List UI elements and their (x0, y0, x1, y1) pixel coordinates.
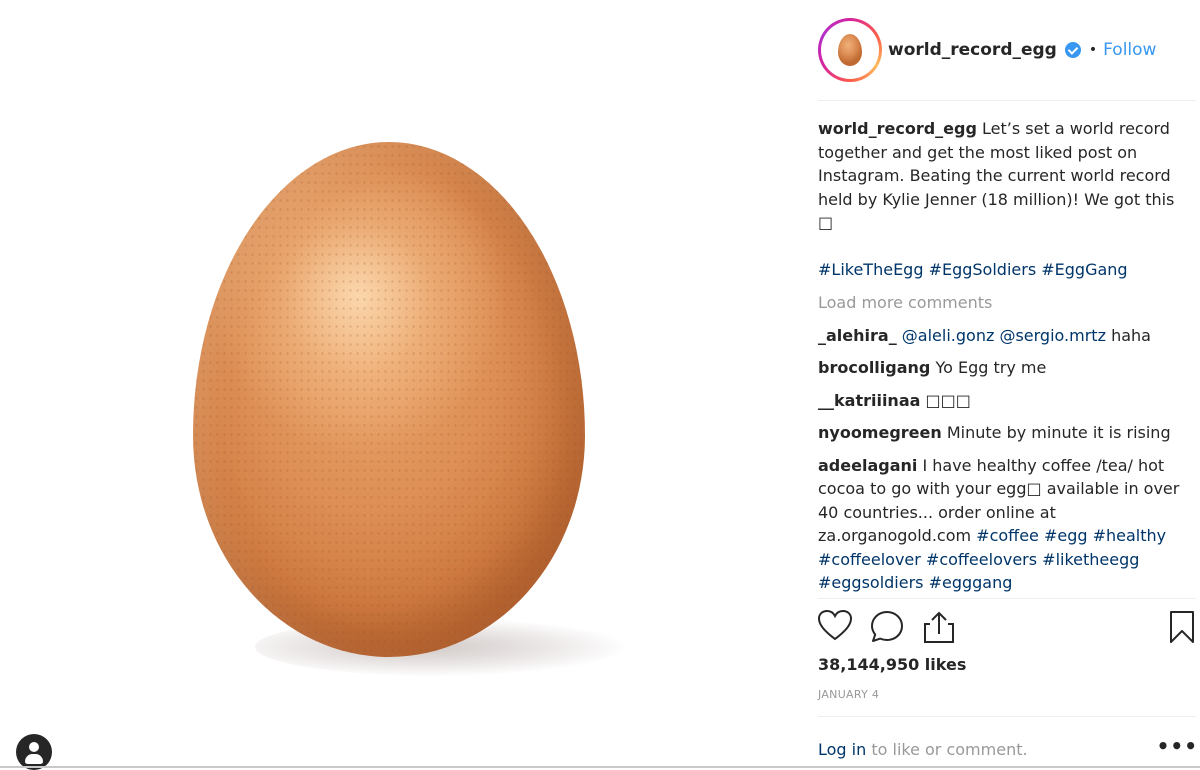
comment-item: _alehira_ @aleli.gonz @sergio.mrtz haha (818, 324, 1188, 348)
comment-username[interactable]: _alehira_ (818, 326, 897, 345)
caption-username[interactable]: world_record_egg (818, 119, 977, 138)
actions-divider (818, 598, 1196, 599)
header-divider (818, 100, 1196, 101)
separator-dot: • (1088, 42, 1098, 58)
comment-mention[interactable]: @sergio.mrtz (999, 326, 1106, 345)
more-options-button[interactable]: ••• (1157, 734, 1198, 758)
comment-text: haha (1111, 325, 1151, 345)
comment-item: nyoomegreen Minute by minute it is risin… (818, 421, 1188, 445)
login-link[interactable]: Log in (818, 740, 866, 759)
share-icon[interactable] (922, 610, 956, 644)
comment-item: __katriiinaa □□□ (818, 389, 1188, 413)
comment-username[interactable]: __katriiinaa (818, 391, 920, 410)
post-caption: world_record_egg Let’s set a world recor… (818, 117, 1188, 235)
comment-username[interactable]: nyoomegreen (818, 423, 942, 442)
user-avatar-icon[interactable] (16, 734, 52, 770)
profile-avatar-inner (821, 21, 879, 79)
post-username[interactable]: world_record_egg (888, 40, 1057, 60)
comment-username[interactable]: brocolligang (818, 358, 930, 377)
post-side-panel: world_record_egg • Follow world_record_e… (800, 0, 1200, 770)
post-date: JANUARY 4 (818, 688, 880, 701)
post-header: world_record_egg • Follow (818, 18, 1198, 82)
comment-mention[interactable]: @aleli.gonz (902, 326, 995, 345)
comments-section: world_record_egg Let’s set a world recor… (818, 117, 1188, 595)
footer-divider (818, 716, 1196, 717)
egg-image (193, 142, 585, 657)
verified-badge-icon (1064, 42, 1081, 58)
comment-icon[interactable] (870, 610, 904, 644)
comment-text: Yo Egg try me (935, 358, 1047, 377)
egg-speckle-texture (193, 142, 585, 657)
likes-count[interactable]: 38,144,950 likes (818, 655, 966, 674)
user-avatar-body (25, 754, 43, 764)
egg-avatar-icon (838, 34, 862, 66)
caption-hashtags[interactable]: #LikeTheEgg #EggSoldiers #EggGang (818, 258, 1188, 282)
comment-text: □□□ (925, 390, 971, 410)
profile-avatar[interactable] (818, 18, 882, 82)
login-prompt: Log in to like or comment. ••• (818, 734, 1198, 759)
window-bottom-border (0, 766, 1200, 768)
heart-icon[interactable] (818, 610, 852, 642)
post-photo[interactable] (0, 0, 800, 770)
login-prompt-text: to like or comment. (871, 740, 1028, 759)
comment-item: adeelagani I have healthy coffee /tea/ h… (818, 454, 1188, 595)
load-more-comments-button[interactable]: Load more comments (818, 291, 1188, 315)
follow-button[interactable]: Follow (1103, 40, 1156, 60)
comment-text: Minute by minute it is rising (946, 423, 1171, 442)
user-avatar-head (29, 742, 39, 752)
comment-item: brocolligang Yo Egg try me (818, 356, 1188, 380)
bookmark-icon[interactable] (1168, 610, 1196, 644)
comment-username[interactable]: adeelagani (818, 456, 917, 475)
action-bar (818, 610, 1198, 644)
